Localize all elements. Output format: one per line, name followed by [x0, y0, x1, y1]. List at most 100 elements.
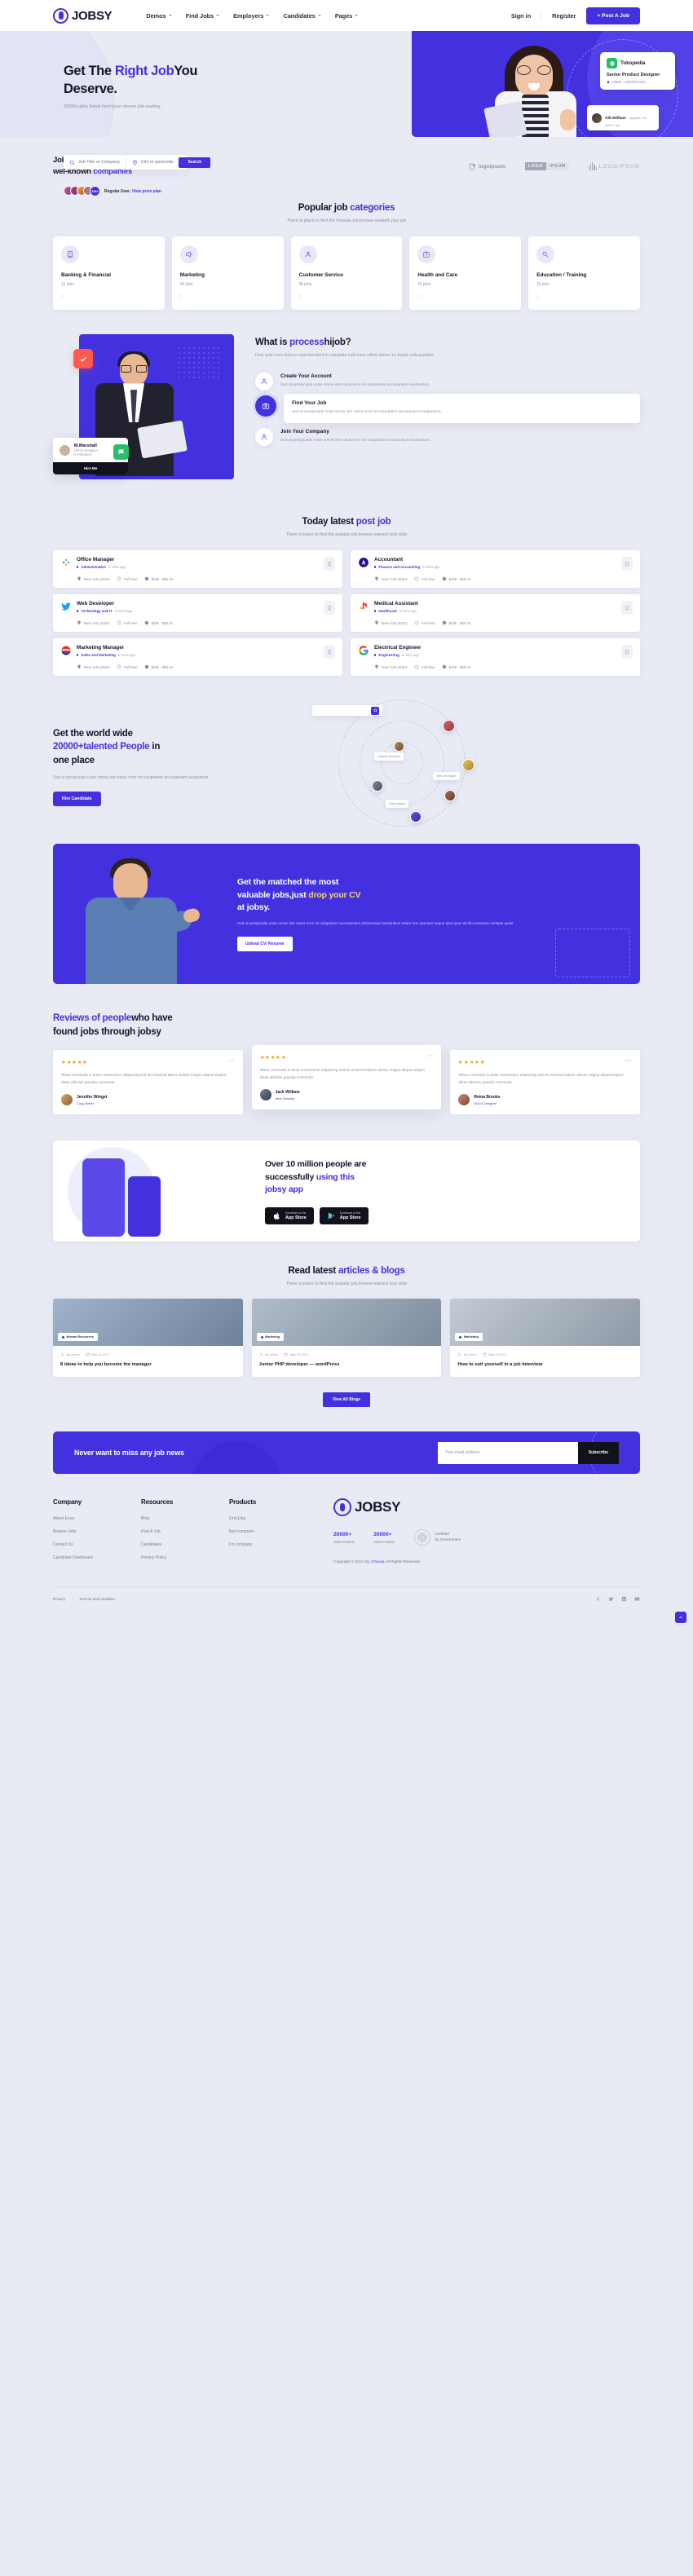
footer-link[interactable]: Contact Us — [53, 1542, 141, 1547]
chevron-down-icon — [168, 15, 172, 16]
footer-link[interactable]: About Eeza — [53, 1516, 141, 1521]
search-city-field[interactable]: City or postcode — [126, 155, 179, 170]
bookmark-icon[interactable] — [621, 557, 633, 571]
job-card[interactable]: Web Developer Technology and IT 5 mins ag… — [53, 594, 342, 633]
upload-cv-button[interactable]: Upload CV/ Resume — [237, 937, 293, 952]
linkedin-icon[interactable] — [621, 1596, 627, 1602]
category-card-list: Banking & Financial 1k jobs › Marketing … — [53, 236, 640, 311]
job-card[interactable]: Marketing Manager Sales and Marketing 5 m… — [53, 638, 342, 677]
create-account-icon — [255, 373, 273, 391]
hero-search-bar[interactable]: Job Title or Company City or postcode Se… — [64, 155, 211, 170]
nav-item-pages[interactable]: Pages — [335, 12, 359, 20]
badge-big-text: App Store — [339, 1215, 361, 1221]
bookmark-icon[interactable] — [621, 601, 633, 615]
bookmark-icon[interactable] — [621, 645, 633, 659]
play-store-badge[interactable]: Download on the App Store — [319, 1207, 369, 1225]
category-card[interactable]: Marketing 2k jobs › — [171, 236, 284, 311]
job-card[interactable]: Accountant Finance and Accounting 5 mins … — [351, 550, 640, 589]
job-time: 5 mins ago — [108, 565, 126, 570]
category-card[interactable]: Banking & Financial 1k jobs › — [53, 236, 165, 311]
category-card[interactable]: Health and Care 1k jobs › — [409, 236, 522, 311]
job-location: New York,25321 — [374, 664, 408, 669]
chevron-right-icon[interactable]: › — [417, 294, 513, 299]
job-card[interactable]: Medical Assistant Healthcare 5 mins ago N… — [351, 594, 640, 633]
footer-link[interactable]: Blog — [141, 1516, 229, 1521]
blog-card[interactable]: Marketing By Admin May 10,2021 How to su… — [450, 1299, 641, 1378]
footer-logo[interactable]: JOBSY — [333, 1498, 640, 1517]
privacy-link[interactable]: Privacy — [53, 1597, 65, 1601]
blog-card[interactable]: Human Resources By Admin May 10,2021 8 i… — [53, 1299, 243, 1378]
sign-in-link[interactable]: Sign in — [501, 11, 542, 20]
process-step[interactable]: Create Your Account Sed ut perspiciatis … — [255, 373, 640, 414]
search-job-field[interactable]: Job Title or Company — [64, 155, 126, 170]
talent-search-button[interactable] — [371, 706, 379, 715]
chevron-right-icon[interactable]: › — [536, 294, 632, 299]
talent-search-input[interactable] — [312, 705, 382, 717]
category-card[interactable]: Customer Service 4k jobs › — [290, 236, 403, 311]
chevron-right-icon[interactable]: › — [299, 294, 395, 299]
talent-title: Get the world wide 20000+talented People… — [53, 728, 161, 765]
footer-link[interactable]: Post A Job — [141, 1529, 229, 1534]
process-step[interactable]: Join Your Company Sed ut perspiciatis un… — [255, 427, 640, 446]
avatar — [259, 1089, 271, 1101]
star-rating — [458, 1060, 484, 1065]
footer-link[interactable]: I'm company — [229, 1542, 317, 1547]
footer-link[interactable]: Browse Jobs — [53, 1529, 141, 1534]
location-pin-icon — [77, 576, 81, 581]
chevron-right-icon[interactable]: › — [61, 294, 157, 299]
view-price-plan-link[interactable]: View price plan — [132, 189, 161, 194]
facebook-icon[interactable] — [595, 1596, 601, 1602]
badge-small-text: Download on the — [285, 1211, 307, 1215]
footer-stats: 20000+ Jobs Posted 20000+ Jobs Posted Ce… — [333, 1529, 640, 1546]
applicant-sub: UI/UX Job — [605, 123, 620, 127]
register-link[interactable]: Register — [541, 12, 586, 20]
blog-card[interactable]: Marketing By Admin May 10,2021 Junior PH… — [251, 1299, 442, 1378]
category-jobs: 1k jobs — [61, 282, 74, 288]
bookmark-icon[interactable] — [324, 645, 335, 659]
star-icon — [271, 1055, 275, 1060]
hire-me-button[interactable]: Hire Me — [53, 462, 128, 475]
nav-item-find-jobs[interactable]: Find Jobs — [186, 12, 220, 20]
bookmark-icon[interactable] — [324, 601, 335, 615]
footer-link[interactable]: Candidates — [141, 1542, 229, 1547]
nav-item-demos[interactable]: Demos — [146, 12, 172, 20]
scroll-to-top-button[interactable] — [675, 1612, 686, 1624]
app-store-badge[interactable]: Download on the App Store — [265, 1207, 314, 1225]
job-card[interactable]: Electrical Engineer Engineering 5 mins ag… — [351, 638, 640, 677]
post-a-job-button[interactable]: + Post A Job — [586, 7, 640, 24]
slack-icon — [60, 557, 72, 568]
footer-link[interactable]: Find jobs — [229, 1516, 317, 1521]
terms-link[interactable]: Teorms and condition — [79, 1597, 115, 1601]
money-icon — [144, 664, 148, 669]
avatar — [458, 1094, 470, 1106]
hero-applicant-card[interactable]: Alit William applied / 4h UI/UX Job — [587, 105, 659, 130]
orbit-avatar[interactable] — [462, 759, 475, 772]
view-all-blogs-button[interactable]: View All Blogs — [322, 1392, 371, 1408]
copyright-text: Copyright © 2021 By 17sucai,All Rights R… — [333, 1560, 422, 1565]
bookmark-icon[interactable] — [324, 557, 335, 571]
newsletter-email-input[interactable]: Your email address — [437, 1441, 578, 1464]
footer-link[interactable]: Privacy Policy — [141, 1555, 229, 1560]
chevron-right-icon[interactable]: › — [180, 294, 276, 299]
search-button[interactable]: Search — [179, 157, 211, 168]
footer-link[interactable]: find compnies — [229, 1529, 317, 1534]
hero-job-card[interactable]: Tokopedia Senior Product Designer 12500 … — [600, 52, 675, 90]
footer-column-resources: Resources Blog Post A Job Candidates Pri… — [141, 1498, 229, 1568]
job-card[interactable]: Office Manager Administrative 5 mins ago … — [53, 550, 342, 589]
hire-candidate-button[interactable]: Hire Candidate — [53, 791, 101, 806]
twitter-icon[interactable] — [608, 1596, 614, 1602]
youtube-icon[interactable] — [634, 1596, 640, 1602]
footer-link[interactable]: Candidate Dashboard — [53, 1555, 141, 1560]
quote-icon: ““ — [227, 1058, 235, 1066]
stat-number: 20000+ — [333, 1531, 352, 1537]
chevron-up-icon — [679, 1616, 682, 1619]
orbit-avatar[interactable] — [444, 790, 456, 802]
nav-item-employers[interactable]: Employers — [233, 12, 270, 20]
subscribe-button[interactable]: Subscribe — [577, 1441, 619, 1464]
star-icon — [276, 1055, 280, 1060]
copyright-link[interactable]: 17sucai — [371, 1560, 385, 1564]
process-step-active[interactable]: Find Your Job Sed ut perspiciatis unde o… — [255, 394, 640, 440]
category-card[interactable]: Education / Training 2k jobs › — [528, 236, 640, 311]
logo[interactable]: JOBSY — [53, 7, 113, 24]
nav-item-candidates[interactable]: Candidates — [283, 12, 321, 20]
